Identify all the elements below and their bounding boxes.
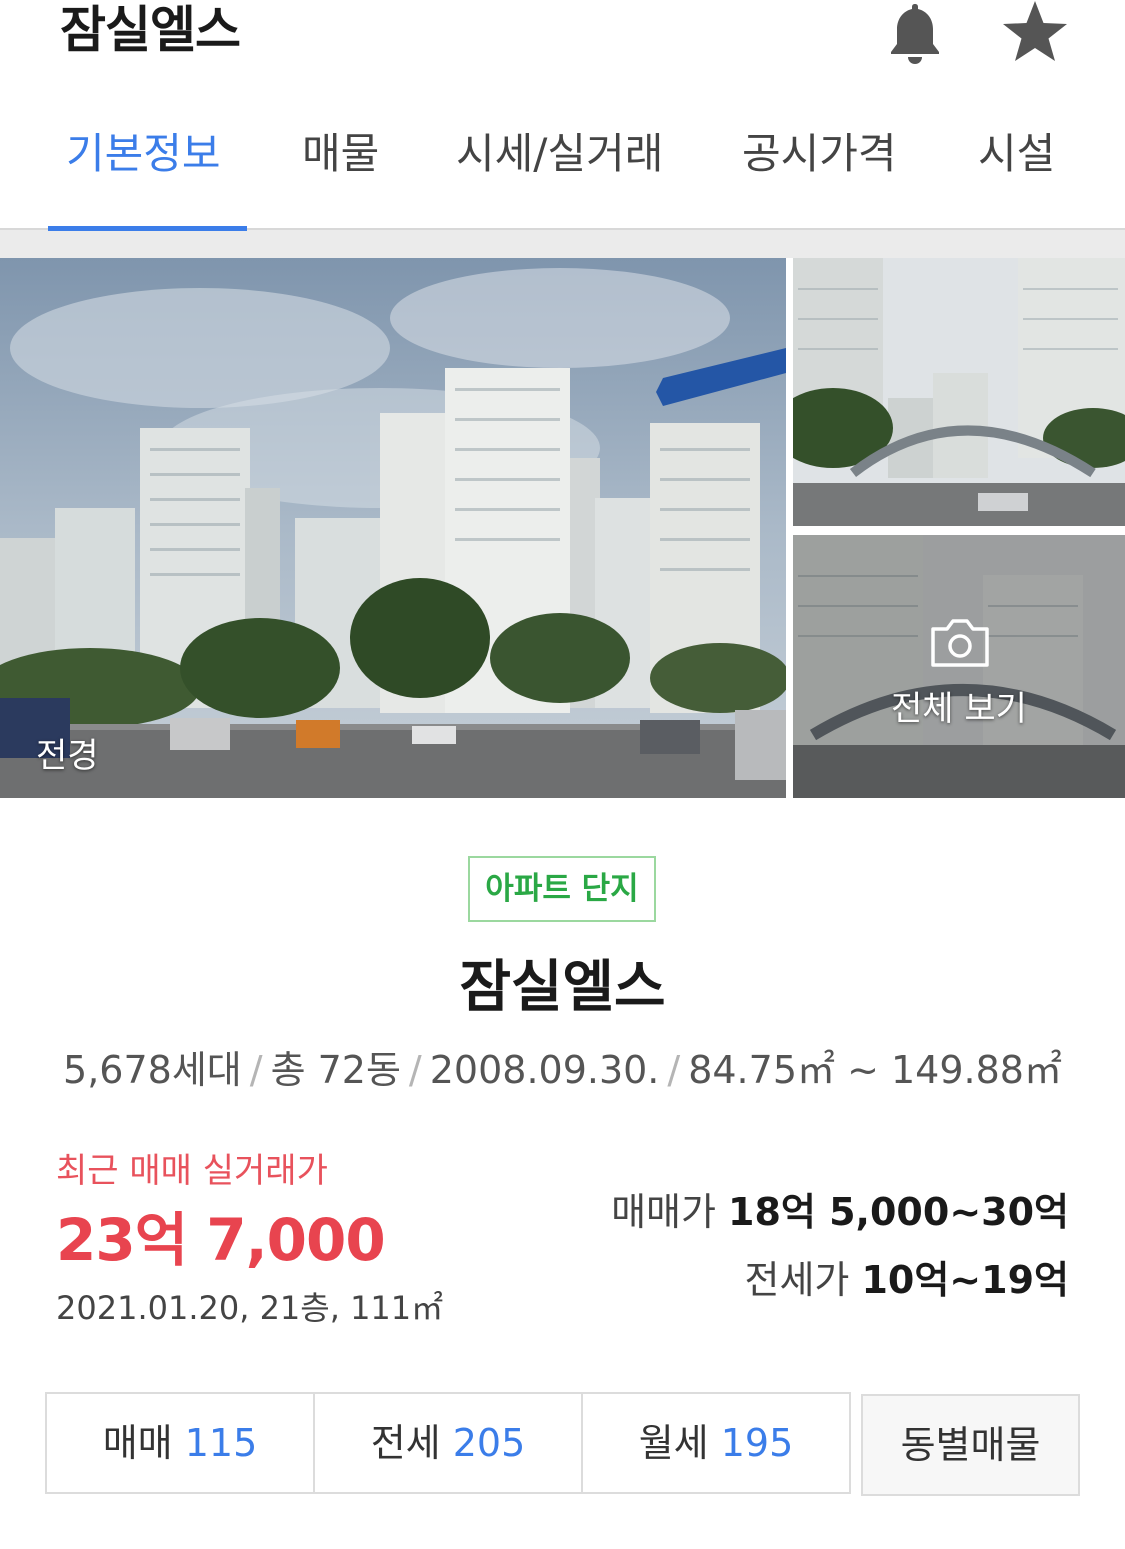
tab-listings[interactable]: 매물 [302, 124, 379, 184]
monthly-listings-count: 195 [720, 1421, 794, 1465]
tab-facilities[interactable]: 시설 [978, 124, 1055, 184]
camera-icon [929, 615, 991, 669]
sale-price-range: 매매가 18억 5,000~30억 [611, 1184, 1069, 1240]
side-photo-bottom[interactable]: 전체 보기 [793, 535, 1125, 798]
listing-type-buttons: 매매 115 전세 205 월세 195 [45, 1392, 851, 1494]
area-range: 84.75㎡ ~ 149.88㎡ [688, 1048, 1062, 1092]
sale-listings-count: 115 [184, 1421, 258, 1465]
recent-trade-price: 23억 7,000 [56, 1206, 386, 1274]
tab-market-price[interactable]: 시세/실거래 [456, 124, 663, 184]
recent-trade-label: 최근 매매 실거래가 [56, 1151, 328, 1191]
households: 5,678세대 [63, 1048, 242, 1092]
sale-price-value: 18억 5,000~30억 [728, 1190, 1069, 1234]
bell-icon[interactable] [884, 0, 946, 66]
side-photo-top[interactable] [793, 258, 1125, 526]
jeonse-listings-count: 205 [452, 1421, 526, 1465]
jeonse-price-value: 10억~19억 [861, 1258, 1069, 1302]
sale-listings-label: 매매 [102, 1421, 173, 1465]
star-icon[interactable] [1000, 0, 1070, 64]
tab-bar: 기본정보 매물 시세/실거래 공시가격 시설 [0, 100, 1125, 230]
page-title: 잠실엘스 [60, 1, 241, 59]
jeonse-price-range: 전세가 10억~19억 [744, 1252, 1069, 1308]
recent-trade-detail: 2021.01.20, 21층, 111㎡ [56, 1289, 444, 1327]
monthly-rent-listings-button[interactable]: 월세 195 [583, 1394, 849, 1492]
main-photo[interactable]: 전경 [0, 258, 786, 798]
jeonse-listings-button[interactable]: 전세 205 [315, 1394, 581, 1492]
jeonse-price-label: 전세가 [744, 1258, 850, 1302]
sale-listings-button[interactable]: 매매 115 [47, 1394, 313, 1492]
complex-name: 잠실엘스 [459, 955, 666, 1020]
active-tab-indicator [48, 226, 247, 231]
complex-summary: 5,678세대 / 총 72동/2008.09.30./84.75㎡ ~ 149.8… [63, 1048, 1062, 1092]
approval-date: 2008.09.30. [429, 1048, 660, 1092]
photo-label: 전경 [36, 736, 99, 776]
section-divider [0, 228, 1125, 258]
listings-by-building-button[interactable]: 동별매물 [861, 1394, 1080, 1496]
building-count: 총 72동 [270, 1048, 401, 1092]
jeonse-listings-label: 전세 [370, 1421, 441, 1465]
monthly-listings-label: 월세 [638, 1421, 709, 1465]
complex-type-badge: 아파트 단지 [468, 856, 656, 922]
tab-official-price[interactable]: 공시가격 [742, 124, 897, 184]
app-header: 잠실엘스 [0, 0, 1125, 70]
sale-price-label: 매매가 [611, 1190, 716, 1234]
tab-basic-info[interactable]: 기본정보 [66, 124, 221, 184]
view-all-label[interactable]: 전체 보기 [793, 681, 1125, 730]
